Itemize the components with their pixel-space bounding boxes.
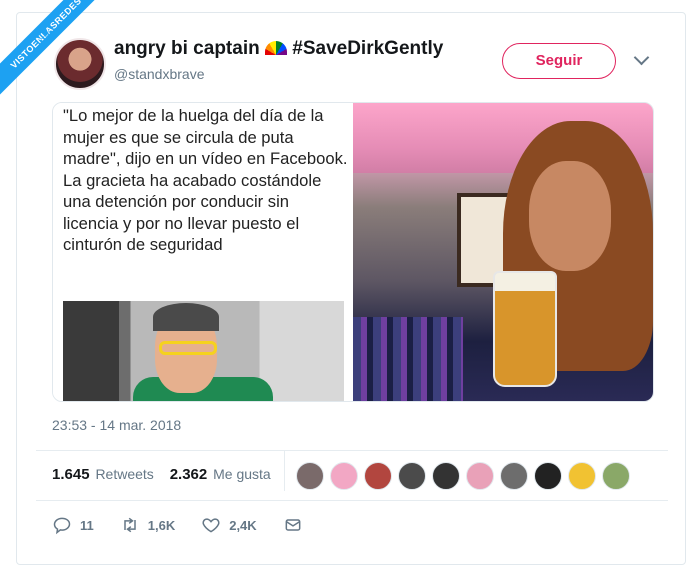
author-avatar[interactable]: [54, 38, 106, 90]
liker-avatar[interactable]: [296, 462, 324, 490]
liker-avatar[interactable]: [432, 462, 460, 490]
likes-stat[interactable]: 2.362 Me gusta: [169, 466, 271, 483]
like-button[interactable]: 2,4K: [201, 515, 257, 535]
reply-count: 11: [80, 517, 94, 533]
rainbow-flag-icon: [264, 41, 287, 55]
tweet-timestamp[interactable]: 23:53 - 14 mar. 2018: [52, 417, 181, 433]
divider-bottom: [36, 500, 668, 501]
media-quote-text: "Lo mejor de la huelga del día de la muj…: [63, 106, 348, 254]
media-left-panel: "Lo mejor de la huelga del día de la muj…: [53, 103, 353, 401]
woman-face: [529, 161, 611, 271]
author-handle[interactable]: @standxbrave: [114, 66, 204, 82]
retweet-button[interactable]: 1,6K: [120, 515, 175, 535]
retweet-count: 1,6K: [147, 517, 176, 533]
like-count: 2,4K: [229, 517, 257, 533]
likes-count: 2.362: [169, 466, 208, 483]
liker-avatar[interactable]: [534, 462, 562, 490]
tweet-actions: 11 1,6K 2,4K: [52, 515, 337, 535]
divider-top: [36, 450, 668, 451]
yellow-glasses: [159, 341, 217, 355]
woman-photo: [353, 103, 653, 401]
tweet-stats: 1.645 Retweets 2.362 Me gusta: [52, 466, 283, 483]
reply-icon: [53, 517, 71, 535]
liker-avatar[interactable]: [466, 462, 494, 490]
liker-avatar[interactable]: [568, 462, 596, 490]
retweets-stat[interactable]: 1.645 Retweets: [52, 466, 158, 483]
city-backdrop: [353, 317, 463, 401]
tweet-media[interactable]: "Lo mejor de la huelga del día de la muj…: [52, 102, 654, 402]
heart-icon: [202, 518, 220, 533]
follow-button[interactable]: Seguir: [502, 43, 616, 79]
retweets-count: 1.645: [52, 466, 90, 483]
liker-avatar[interactable]: [364, 462, 392, 490]
author-tag: #SaveDirkGently: [292, 38, 444, 59]
stats-separator: [284, 451, 285, 491]
retweets-label: Retweets: [95, 466, 154, 482]
man-hair: [153, 303, 219, 331]
liker-avatar[interactable]: [330, 462, 358, 490]
man-photo: [63, 301, 344, 401]
liker-avatars: [296, 462, 630, 490]
liker-avatar[interactable]: [398, 462, 426, 490]
beer-glass: [493, 271, 557, 387]
message-icon: [285, 519, 301, 531]
liker-avatar[interactable]: [602, 462, 630, 490]
likes-label: Me gusta: [213, 466, 271, 482]
retweet-icon: [124, 517, 136, 533]
liker-avatar[interactable]: [500, 462, 528, 490]
author-name-text: angry bi captain: [114, 38, 260, 59]
author-name[interactable]: angry bi captain #SaveDirkGently: [114, 38, 443, 60]
reply-button[interactable]: 11: [52, 515, 94, 535]
message-button[interactable]: [283, 515, 311, 535]
